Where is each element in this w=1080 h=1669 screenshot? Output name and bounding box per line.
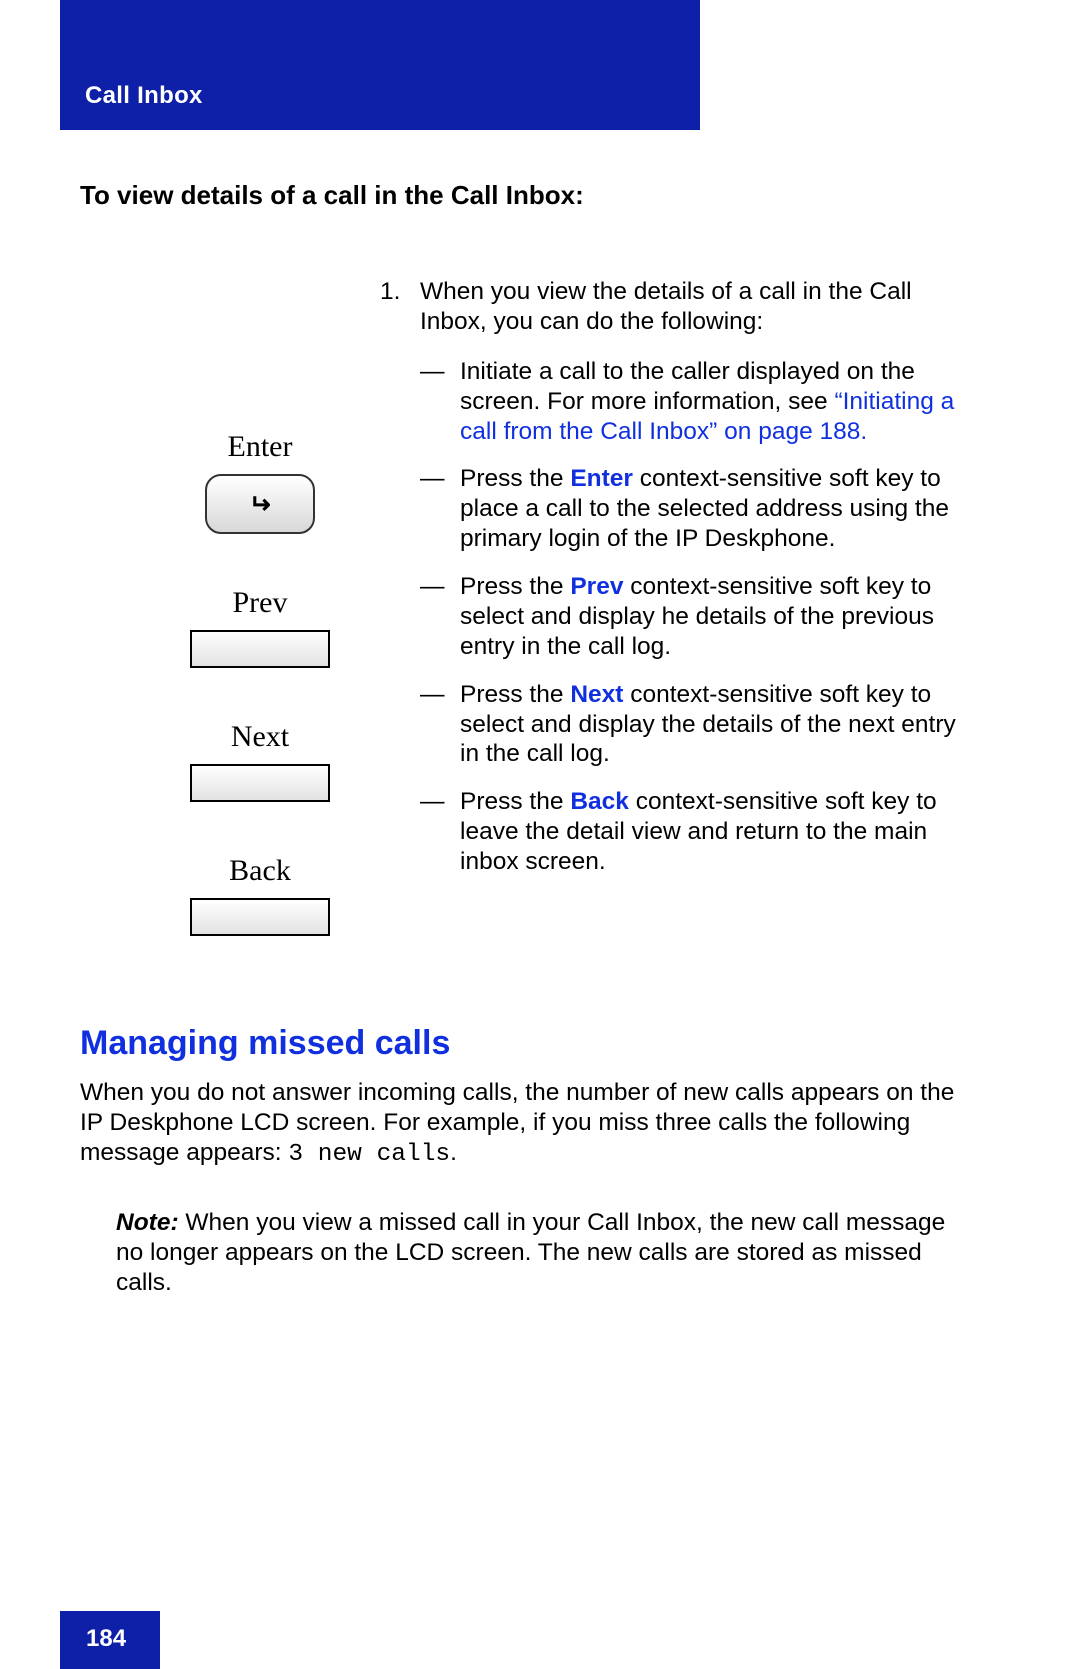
prev-key-icon [190,630,330,668]
bullet-initiate-call: — Initiate a call to the caller displaye… [420,357,980,447]
next-key-block: Next [170,720,350,802]
note-label: Note: [116,1209,179,1236]
back-key-label: Back [170,854,350,888]
softkey-column: Enter ↵ Prev Next Back [170,430,350,988]
section-body-code: 3 new calls [288,1141,450,1168]
dash-icon: — [420,464,460,554]
text-pre: Press the [460,788,570,815]
next-key-icon [190,764,330,802]
page-number: 184 [86,1625,126,1653]
back-key-block: Back [170,854,350,936]
header-bar [60,0,700,130]
lead-heading: To view details of a call in the Call In… [80,180,584,211]
bullet-prev: — Press the Prev context-sensitive soft … [420,572,980,662]
key-name: Next [570,681,623,708]
enter-key-label: Enter [170,430,350,464]
key-name: Prev [570,573,623,600]
step-bullets: — Initiate a call to the caller displaye… [420,357,980,877]
bullet-text: Press the Next context-sensitive soft ke… [460,680,980,770]
note-block: Note: When you view a missed call in you… [116,1208,976,1298]
enter-key-icon: ↵ [205,474,315,534]
step-1: 1. When you view the details of a call i… [380,277,980,337]
key-name: Enter [570,465,633,492]
header-title: Call Inbox [85,82,203,110]
enter-key-block: Enter ↵ [170,430,350,534]
bullet-text: Initiate a call to the caller displayed … [460,357,980,447]
text-pre: Press the [460,465,570,492]
step-intro: When you view the details of a call in t… [420,277,980,337]
back-key-icon [190,898,330,936]
bullet-enter: — Press the Enter context-sensitive soft… [420,464,980,554]
bullet-next: — Press the Next context-sensitive soft … [420,680,980,770]
section-body-post: . [450,1139,457,1166]
bullet-text: Press the Enter context-sensitive soft k… [460,464,980,554]
prev-key-block: Prev [170,586,350,668]
section-body: When you do not answer incoming calls, t… [80,1078,980,1170]
next-key-label: Next [170,720,350,754]
dash-icon: — [420,787,460,877]
step-body: 1. When you view the details of a call i… [380,277,980,895]
bullet-back: — Press the Back context-sensitive soft … [420,787,980,877]
key-name: Back [570,788,629,815]
prev-key-label: Prev [170,586,350,620]
enter-arrow-icon: ↵ [249,489,271,520]
section-body-pre: When you do not answer incoming calls, t… [80,1079,954,1166]
dash-icon: — [420,572,460,662]
note-text: When you view a missed call in your Call… [116,1209,945,1296]
dash-icon: — [420,680,460,770]
bullet-text: Press the Prev context-sensitive soft ke… [460,572,980,662]
dash-icon: — [420,357,460,447]
section-heading: Managing missed calls [80,1024,450,1063]
bullet-text: Press the Back context-sensitive soft ke… [460,787,980,877]
text-pre: Press the [460,573,570,600]
text-pre: Press the [460,681,570,708]
step-number: 1. [380,277,420,337]
